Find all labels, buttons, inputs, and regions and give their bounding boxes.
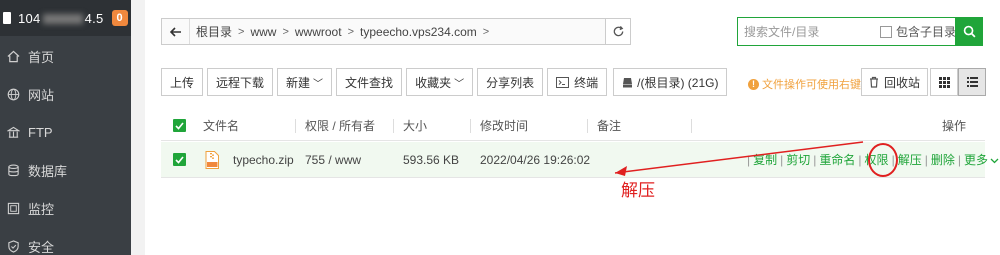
sidebar-item-website[interactable]: 网站 [0, 75, 131, 113]
sidebar-item-home[interactable]: 首页 [0, 37, 131, 75]
server-header: 104 4.5 0 [0, 0, 131, 36]
sidebar-item-label: 数据库 [28, 163, 68, 179]
sidebar-item-database[interactable]: 数据库 [0, 151, 131, 189]
sidebar-item-label: 安全 [28, 239, 55, 255]
globe-icon [6, 87, 20, 101]
ip-masked [42, 14, 83, 25]
file-manager-panel: 根目录 > www > wwwroot > typeecho.vps234.com > … [145, 0, 1000, 255]
server-icon [2, 11, 12, 25]
ip-prefix: 104 [18, 10, 41, 26]
ftp-icon [6, 125, 20, 139]
database-icon [6, 163, 20, 177]
annotation-label: 解压 [621, 181, 655, 200]
annotation-arrow [614, 141, 864, 176]
sidebar-item-ftp[interactable]: FTP [0, 113, 131, 151]
sidebar-item-monitor[interactable]: 监控 [0, 189, 131, 227]
shield-icon [6, 239, 20, 253]
sidebar-item-label: 网站 [28, 87, 55, 103]
sidebar-item-label: 首页 [28, 49, 55, 65]
home-icon [6, 49, 20, 63]
server-ip: 104 4.5 [18, 11, 104, 26]
notification-badge[interactable]: 0 [111, 10, 128, 26]
sidebar-item-label: 监控 [28, 201, 55, 217]
sidebar-item-security[interactable]: 安全 [0, 227, 131, 255]
sidebar-item-label: FTP [28, 124, 53, 140]
sidebar: 104 4.5 0 首页 网站 FTP 数据库 监控 安全 [0, 0, 131, 255]
monitor-icon [6, 201, 20, 215]
ip-suffix: 4.5 [84, 10, 104, 26]
